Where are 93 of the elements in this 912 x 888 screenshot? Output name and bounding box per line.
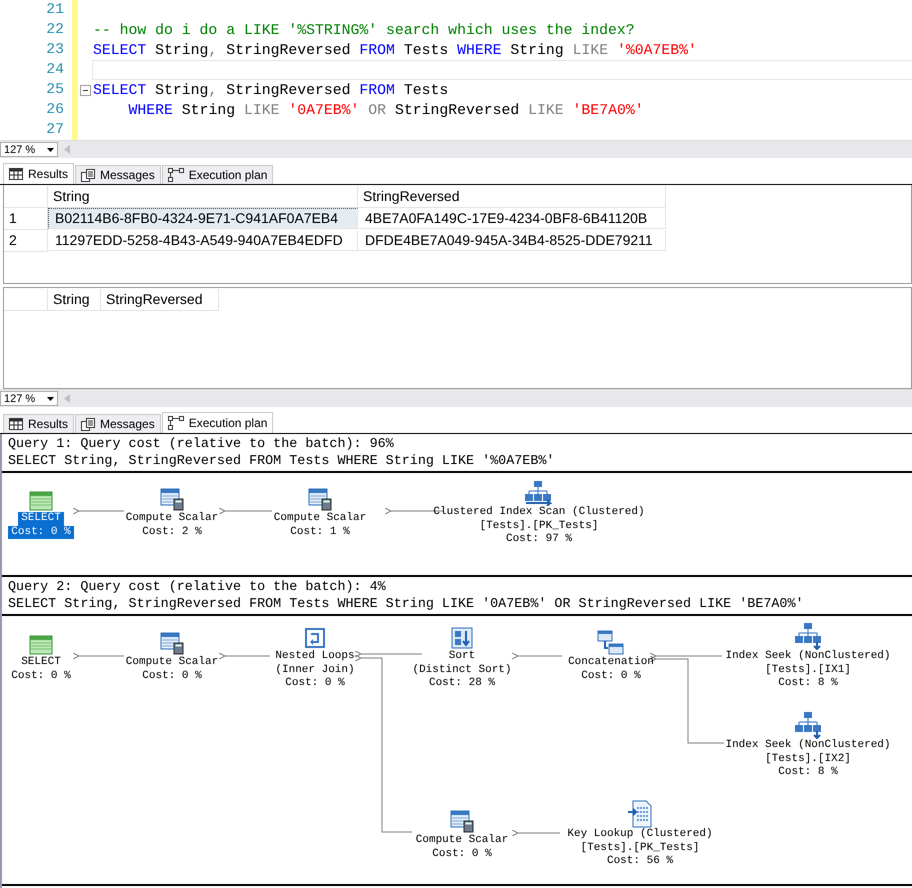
operator-label[interactable]: Key Lookup (Clustered): [564, 828, 716, 842]
results-tab[interactable]: Results: [3, 163, 74, 184]
cost-label: Cost: 0 %: [10, 670, 72, 683]
line-number: 24: [45, 61, 65, 80]
cost-label: Cost: 0 %: [8, 526, 74, 539]
connector-arrow: [72, 508, 124, 514]
grid-icon: [9, 418, 23, 430]
operator-label[interactable]: Nested Loops: [272, 650, 358, 664]
cost-label: Cost: 0 %: [431, 848, 493, 861]
scroll-left-icon[interactable]: [64, 394, 70, 403]
operator-label[interactable]: Compute Scalar: [122, 512, 222, 526]
concatenation-icon: [597, 630, 625, 656]
table-cell[interactable]: 11297EDD-5258-4B43-A549-940A7EB4EDFD: [48, 230, 358, 251]
connector-arrow: [512, 652, 562, 660]
operator-label[interactable]: Concatenation: [565, 656, 657, 670]
calculator-table-icon: [159, 486, 185, 512]
query-cost-header: Query 2: Query cost (relative to the batch): 4%: [8, 579, 387, 596]
line-number: 27: [45, 121, 65, 140]
table-cell[interactable]: 4BE7A0FA149C-17E9-4234-0BF8-6B41120B: [358, 208, 666, 229]
line-number: 21: [45, 1, 65, 20]
operator-label[interactable]: Compute Scalar: [270, 512, 370, 526]
calculator-table-icon: [159, 630, 185, 656]
zoom-dropdown[interactable]: 127 %: [0, 391, 58, 406]
connector-arrow: [72, 652, 124, 660]
sort-icon: [450, 626, 474, 650]
operator-label[interactable]: SELECT: [18, 656, 64, 670]
connector-arrow: [218, 652, 270, 660]
table-cell[interactable]: DFDE4BE7A049-945A-34B4-8525-DDE79211: [358, 230, 666, 251]
line-number: 25: [45, 81, 65, 100]
cost-label: Cost: 28 %: [428, 677, 496, 690]
table-icon: [28, 634, 54, 656]
code-line: SELECT String, StringReversed FROM Tests: [93, 82, 448, 100]
cost-label: Cost: 8 %: [777, 766, 839, 780]
results-tab[interactable]: Messages: [75, 414, 161, 433]
caret-icon: [47, 148, 54, 152]
operator-label[interactable]: Index Seek (NonClustered): [722, 739, 894, 752]
operator-label[interactable]: Index Seek (NonClustered): [722, 650, 894, 664]
operator-label[interactable]: [Tests].[IX2]: [762, 752, 854, 766]
line-number: 22: [45, 21, 65, 40]
results-tab[interactable]: Messages: [75, 165, 161, 184]
code-line: SELECT String, StringReversed FROM Tests WHERE String LIKE '%0A7EB%': [93, 42, 697, 60]
query-text: SELECT String, StringReversed FROM Tests WHERE String LIKE '%0A7EB%': [8, 453, 556, 470]
cost-label: Cost: 97 %: [504, 533, 573, 546]
code-line: -- how do i do a LIKE '%STRING%' search which uses the index?: [93, 22, 635, 40]
line-number: 26: [45, 101, 65, 120]
cost-label: Cost: 2 %: [141, 526, 203, 539]
cost-label: Cost: 0 %: [580, 670, 642, 683]
operator-label[interactable]: (Distinct Sort): [409, 664, 515, 677]
caret-icon: [47, 396, 54, 400]
operator-label[interactable]: Compute Scalar: [122, 656, 222, 670]
plan-icon: [168, 168, 184, 182]
operator-label[interactable]: SELECT: [18, 512, 64, 526]
calculator-table-icon: [449, 808, 475, 834]
operator-label[interactable]: [Tests].[PK_Tests]: [578, 842, 702, 855]
results-tab[interactable]: Results: [3, 414, 74, 433]
column-header[interactable]: String: [48, 289, 101, 311]
cost-label: Cost: 0 %: [141, 670, 203, 683]
line-number: 23: [45, 41, 65, 60]
zoom-dropdown[interactable]: 127 %: [0, 142, 58, 157]
calculator-table-icon: [307, 486, 333, 512]
table-icon: [28, 490, 54, 512]
connector-arrow: [512, 830, 560, 836]
cost-label: Cost: 56 %: [606, 855, 674, 868]
operator-label[interactable]: Compute Scalar: [412, 834, 512, 848]
header-corner[interactable]: [4, 186, 48, 208]
collapse-icon[interactable]: [80, 84, 90, 96]
messages-icon: [81, 168, 96, 182]
scroll-left-icon[interactable]: [64, 145, 70, 154]
operator-label[interactable]: Clustered Index Scan (Clustered): [430, 506, 648, 520]
query-text: SELECT String, StringReversed FROM Tests WHERE String LIKE '0A7EB%' OR StringReversed LIKE 'BE7A0%': [8, 596, 805, 613]
cost-label: Cost: 1 %: [289, 526, 351, 539]
operator-label[interactable]: [Tests].[IX1]: [762, 664, 854, 677]
table-cell[interactable]: B02114B6-8FB0-4324-9E71-C941AF0A7EB4: [48, 208, 358, 229]
operator-label[interactable]: (Inner Join): [272, 664, 358, 677]
operator-label[interactable]: [Tests].[PK_Tests]: [476, 520, 602, 533]
index-seek-icon: [794, 622, 822, 650]
messages-icon: [81, 418, 96, 430]
results-tab[interactable]: Execution plan: [162, 165, 274, 184]
loop-icon: [303, 626, 327, 650]
document-lookup-icon: [627, 800, 653, 828]
results-tab[interactable]: Execution plan: [162, 412, 274, 433]
connector-arrow: [218, 508, 272, 514]
plan-icon: [168, 416, 184, 430]
index-seek-icon: [794, 711, 822, 739]
index-scan-icon: [524, 480, 554, 506]
grid-icon: [9, 168, 23, 180]
query-cost-header: Query 1: Query cost (relative to the batch): 96%: [8, 436, 395, 453]
code-line: WHERE String LIKE '0A7EB%' OR StringReversed LIKE 'BE7A0%': [128, 102, 644, 120]
operator-label[interactable]: Sort: [446, 650, 478, 664]
header-corner[interactable]: [4, 289, 48, 311]
column-header[interactable]: StringReversed: [101, 289, 219, 311]
cost-label: Cost: 8 %: [777, 677, 839, 690]
cost-label: Cost: 0 %: [284, 677, 346, 690]
